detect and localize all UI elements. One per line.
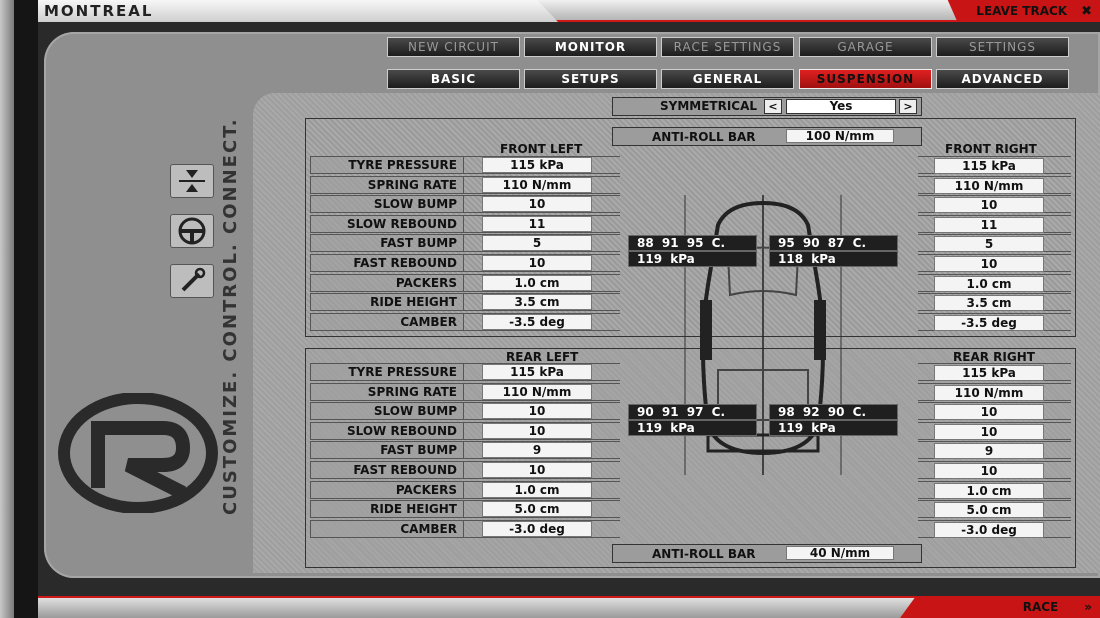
double-chevron-right-icon: » — [1084, 600, 1092, 614]
front-tyre-pressure-label: TYRE PRESSURE — [310, 156, 464, 174]
front-slow-rebound-label: SLOW REBOUND — [310, 214, 464, 233]
brand-logo — [58, 393, 218, 513]
rear-spring-rate-left-value[interactable]: 110 N/mm — [482, 383, 592, 400]
front-left-tyre-temps: 88 91 95 C. — [628, 235, 757, 251]
front-tyre-pressure-right-value[interactable]: 115 kPa — [934, 158, 1044, 174]
rear-right-tyre-pressure: 119 kPa — [769, 420, 898, 436]
symmetrical-next-button[interactable]: > — [899, 99, 917, 114]
rear-tyre-pressure-label: TYRE PRESSURE — [310, 363, 464, 381]
rear-slow-bump-right-value[interactable]: 10 — [934, 404, 1044, 421]
front-fast-bump-label: FAST BUMP — [310, 234, 464, 253]
rear-left-tyre-pressure: 119 kPa — [628, 420, 757, 436]
front-slow-rebound-right-value[interactable]: 11 — [934, 216, 1044, 233]
symmetrical-value: Yes — [786, 99, 896, 114]
slogan-text: CUSTOMIZE. CONTROL. CONNECT. — [220, 117, 241, 515]
front-fast-bump-left-value[interactable]: 5 — [482, 235, 592, 252]
front-left-tyre-pressure: 119 kPa — [628, 251, 757, 267]
rear-camber-label: CAMBER — [310, 519, 464, 538]
rear-tyre-pressure-left-value[interactable]: 115 kPa — [482, 364, 592, 380]
subtab-basic[interactable]: BASIC — [387, 69, 520, 89]
wrench-icon[interactable] — [170, 264, 214, 298]
rear-packers-left-value[interactable]: 1.0 cm — [482, 481, 592, 498]
rear-spring-rate-right-value[interactable]: 110 N/mm — [934, 384, 1044, 401]
rear-slow-rebound-left-value[interactable]: 10 — [482, 422, 592, 439]
leave-track-label: LEAVE TRACK — [976, 4, 1068, 18]
subtab-setups[interactable]: SETUPS — [524, 69, 657, 89]
front-camber-label: CAMBER — [310, 312, 464, 331]
front-packers-left-value[interactable]: 1.0 cm — [482, 274, 592, 291]
rear-camber-left-value[interactable]: -3.0 deg — [482, 520, 592, 537]
front-right-tyre-temps: 95 90 87 C. — [769, 235, 898, 251]
tab-settings[interactable]: SETTINGS — [936, 37, 1069, 57]
front-left-header: FRONT LEFT — [500, 142, 583, 156]
rear-slow-bump-label: SLOW BUMP — [310, 402, 464, 421]
front-ride-height-left-value[interactable]: 3.5 cm — [482, 294, 592, 311]
rear-spring-rate-label: SPRING RATE — [310, 382, 464, 401]
rear-fast-bump-right-value[interactable]: 9 — [934, 443, 1044, 460]
rear-right-tyre-temps: 98 92 90 C. — [769, 404, 898, 420]
front-anti-roll-value[interactable]: 100 N/mm — [786, 129, 894, 143]
tab-garage[interactable]: GARAGE — [799, 37, 932, 57]
steering-wheel-icon[interactable] — [170, 214, 214, 248]
front-slow-bump-right-value[interactable]: 10 — [934, 197, 1044, 214]
left-rail — [0, 0, 14, 618]
rear-slow-bump-left-value[interactable]: 10 — [482, 403, 592, 420]
rear-ride-height-label: RIDE HEIGHT — [310, 500, 464, 519]
front-slow-bump-label: SLOW BUMP — [310, 195, 464, 214]
race-label: RACE — [1022, 600, 1059, 614]
front-spring-rate-label: SPRING RATE — [310, 175, 464, 194]
front-spring-rate-left-value[interactable]: 110 N/mm — [482, 176, 592, 193]
front-camber-right-value[interactable]: -3.5 deg — [934, 314, 1044, 331]
close-icon: ✖ — [1081, 3, 1092, 19]
front-fast-rebound-left-value[interactable]: 10 — [482, 255, 592, 271]
symmetrical-prev-button[interactable]: < — [764, 99, 782, 114]
symmetrical-label: SYMMETRICAL — [660, 99, 758, 113]
compress-arrows-icon[interactable] — [170, 164, 214, 198]
tab-monitor[interactable]: MONITOR — [524, 37, 657, 57]
subtab-general[interactable]: GENERAL — [661, 69, 794, 89]
front-tyre-pressure-left-value[interactable]: 115 kPa — [482, 157, 592, 173]
rear-anti-roll-value[interactable]: 40 N/mm — [786, 546, 894, 560]
front-spring-rate-right-value[interactable]: 110 N/mm — [934, 177, 1044, 194]
rear-fast-rebound-right-value[interactable]: 10 — [934, 463, 1044, 479]
rear-slow-rebound-label: SLOW REBOUND — [310, 421, 464, 440]
rear-fast-bump-label: FAST BUMP — [310, 441, 464, 460]
rear-packers-label: PACKERS — [310, 480, 464, 499]
race-button[interactable]: RACE » — [900, 596, 1100, 618]
rear-ride-height-left-value[interactable]: 5.0 cm — [482, 501, 592, 518]
front-anti-roll-label: ANTI-ROLL BAR — [652, 130, 756, 144]
track-name: MONTREAL — [44, 2, 154, 20]
rear-packers-right-value[interactable]: 1.0 cm — [934, 482, 1044, 499]
rear-left-tyre-temps: 90 91 97 C. — [628, 404, 757, 420]
tab-new-circuit[interactable]: NEW CIRCUIT — [387, 37, 520, 57]
rear-left-header: REAR LEFT — [506, 350, 579, 364]
rear-fast-bump-left-value[interactable]: 9 — [482, 442, 592, 459]
front-slow-bump-left-value[interactable]: 10 — [482, 196, 592, 213]
subtab-suspension[interactable]: SUSPENSION — [799, 69, 932, 89]
rear-anti-roll-label: ANTI-ROLL BAR — [652, 547, 756, 561]
rear-camber-right-value[interactable]: -3.0 deg — [934, 521, 1044, 538]
front-packers-right-value[interactable]: 1.0 cm — [934, 275, 1044, 292]
subtab-advanced[interactable]: ADVANCED — [936, 69, 1069, 89]
front-right-tyre-pressure: 118 kPa — [769, 251, 898, 267]
front-ride-height-right-value[interactable]: 3.5 cm — [934, 295, 1044, 312]
rear-fast-rebound-label: FAST REBOUND — [310, 461, 464, 479]
rear-tyre-pressure-right-value[interactable]: 115 kPa — [934, 365, 1044, 381]
left-dark-strip — [14, 0, 38, 618]
leave-track-button[interactable]: LEAVE TRACK ✖ — [947, 0, 1100, 22]
front-packers-label: PACKERS — [310, 273, 464, 292]
tab-race-settings[interactable]: RACE SETTINGS — [661, 37, 794, 57]
front-slow-rebound-left-value[interactable]: 11 — [482, 215, 592, 232]
rear-right-header: REAR RIGHT — [953, 350, 1035, 364]
rear-ride-height-right-value[interactable]: 5.0 cm — [934, 502, 1044, 519]
front-right-header: FRONT RIGHT — [945, 142, 1037, 156]
rear-fast-rebound-left-value[interactable]: 10 — [482, 462, 592, 478]
front-camber-left-value[interactable]: -3.5 deg — [482, 313, 592, 330]
rear-slow-rebound-right-value[interactable]: 10 — [934, 423, 1044, 440]
front-fast-rebound-right-value[interactable]: 10 — [934, 256, 1044, 272]
front-ride-height-label: RIDE HEIGHT — [310, 293, 464, 312]
front-fast-bump-right-value[interactable]: 5 — [934, 236, 1044, 253]
front-fast-rebound-label: FAST REBOUND — [310, 254, 464, 272]
